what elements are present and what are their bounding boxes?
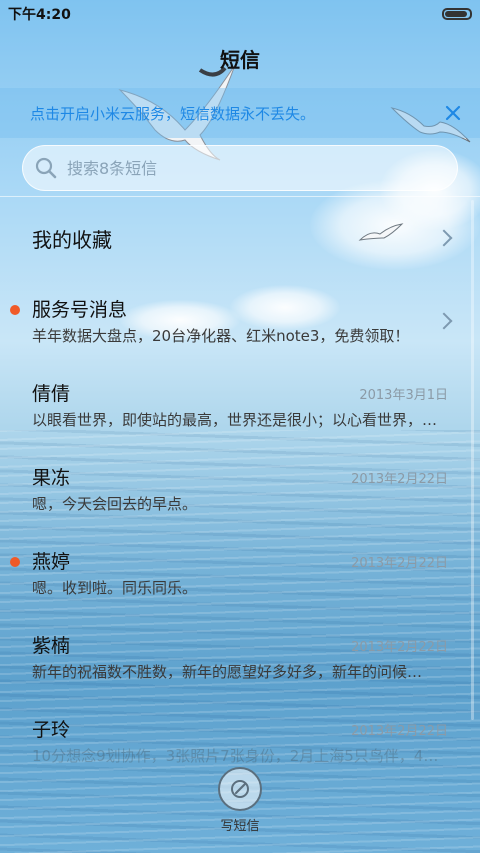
search-bar[interactable] bbox=[22, 145, 458, 191]
search-icon bbox=[35, 157, 57, 179]
list-item[interactable]: 燕婷 2013年2月22日 嗯。收到啦。同乐同乐。 bbox=[0, 531, 480, 615]
unread-dot bbox=[10, 557, 20, 567]
page-title: 短信 bbox=[220, 48, 260, 72]
conversation-date: 2013年2月22日 bbox=[351, 472, 448, 487]
banner-text[interactable]: 点击开启小米云服务，短信数据永不丢失。 bbox=[30, 103, 315, 124]
conversation-name: 果冻 bbox=[32, 467, 71, 489]
cloud-service-banner[interactable]: 点击开启小米云服务，短信数据永不丢失。 bbox=[0, 88, 480, 138]
status-bar: 下午4:20 bbox=[0, 0, 480, 28]
conversation-date: 2013年2月22日 bbox=[351, 556, 448, 571]
list-item[interactable]: 服务号消息 羊年数据大盘点，20台净化器、红米note3，免费领取！ bbox=[0, 279, 480, 363]
compose-pen-icon bbox=[231, 780, 249, 798]
unread-dot bbox=[10, 305, 20, 315]
status-time: 下午4:20 bbox=[8, 7, 71, 23]
compose-label: 写短信 bbox=[220, 819, 260, 834]
conversation-name: 紫楠 bbox=[32, 635, 71, 657]
conversation-preview: 嗯。收到啦。同乐同乐。 bbox=[32, 579, 198, 597]
chevron-right-icon bbox=[435, 229, 453, 247]
conversation-preview: 以眼看世界，即使站的最高，世界还是很小；以心看世界，… bbox=[32, 411, 438, 429]
compose-area: 写短信 bbox=[0, 767, 480, 834]
compose-button[interactable] bbox=[218, 767, 262, 811]
search-input[interactable] bbox=[65, 157, 457, 179]
conversation-name: 燕婷 bbox=[32, 551, 71, 573]
battery-level bbox=[445, 11, 468, 17]
conversation-preview: 10分想念9划协作，3张照片7张身份，2月上海5只鸟伴，4… bbox=[32, 747, 439, 765]
close-icon[interactable] bbox=[440, 100, 466, 126]
conversation-name: 子玲 bbox=[32, 719, 71, 741]
list-item[interactable]: 倩倩 2013年3月1日 以眼看世界，即使站的最高，世界还是很小；以心看世界，… bbox=[0, 363, 480, 447]
list-item[interactable]: 果冻 2013年2月22日 嗯，今天会回去的早点。 bbox=[0, 447, 480, 531]
battery-icon bbox=[442, 8, 472, 20]
conversation-date: 2013年3月1日 bbox=[359, 388, 448, 403]
conversation-date: 2013年2月22日 bbox=[351, 640, 448, 655]
conversation-preview: 新年的祝福数不胜数，新年的愿望好多好多，新年的问候… bbox=[32, 663, 423, 681]
conversation-list: 我的收藏 服务号消息 羊年数据大盘点，20台净化器、红米note3，免费领取！ … bbox=[0, 197, 480, 783]
conversation-preview: 羊年数据大盘点，20台净化器、红米note3，免费领取！ bbox=[32, 327, 410, 345]
conversation-preview: 嗯，今天会回去的早点。 bbox=[32, 495, 198, 513]
conversation-date: 2013年2月22日 bbox=[351, 724, 448, 739]
list-item[interactable]: 紫楠 2013年2月22日 新年的祝福数不胜数，新年的愿望好多好多，新年的问候… bbox=[0, 615, 480, 699]
favorites-label: 我的收藏 bbox=[32, 227, 112, 252]
conversation-name: 服务号消息 bbox=[32, 299, 128, 321]
conversation-name: 倩倩 bbox=[32, 383, 71, 405]
favorites-item[interactable]: 我的收藏 bbox=[0, 197, 480, 279]
